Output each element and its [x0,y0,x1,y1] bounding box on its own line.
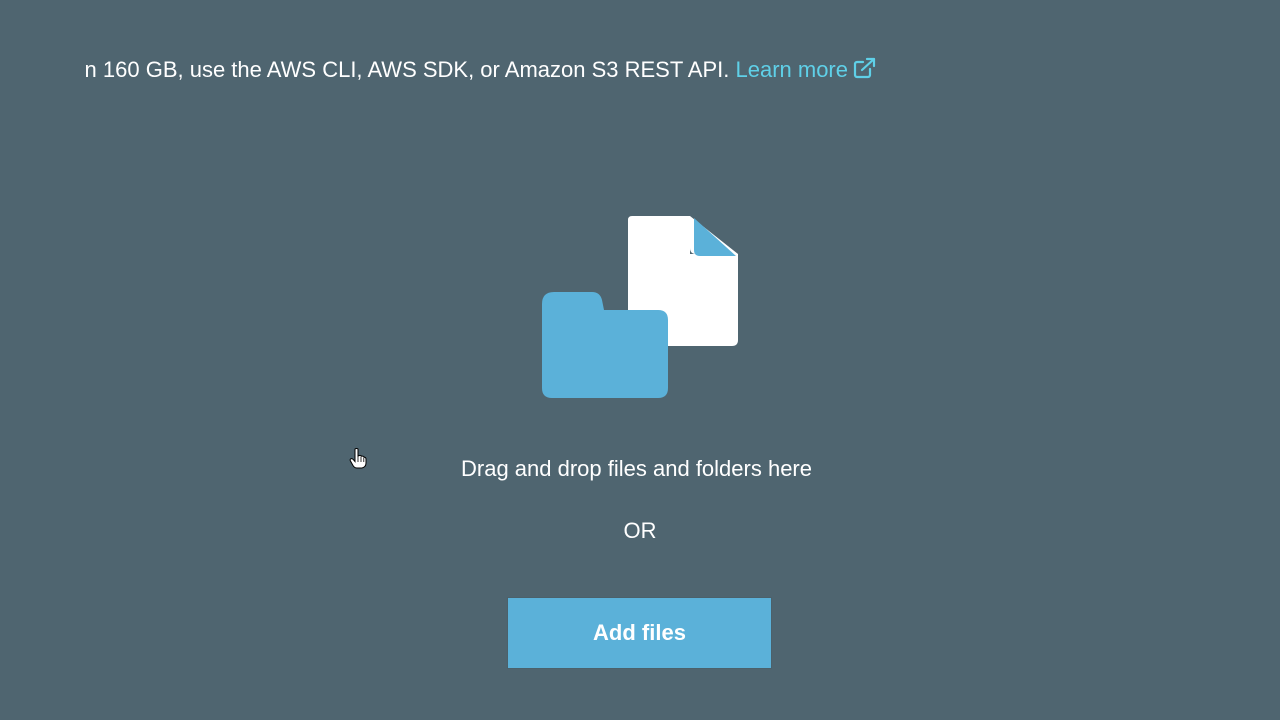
external-link-icon [852,56,878,87]
learn-more-link[interactable]: Learn more [735,57,878,82]
upload-limit-info: n 160 GB, use the AWS CLI, AWS SDK, or A… [85,56,878,87]
drop-instruction: Drag and drop files and folders here [461,456,812,481]
upload-limit-text: n 160 GB, use the AWS CLI, AWS SDK, or A… [84,57,730,82]
learn-more-label: Learn more [735,57,848,82]
folder-and-file-icon [540,212,740,402]
or-separator: OR [623,518,657,543]
hand-pointer-icon [349,447,367,469]
upload-page: n 160 GB, use the AWS CLI, AWS SDK, or A… [0,0,1280,720]
add-files-button[interactable]: Add files [508,598,771,668]
